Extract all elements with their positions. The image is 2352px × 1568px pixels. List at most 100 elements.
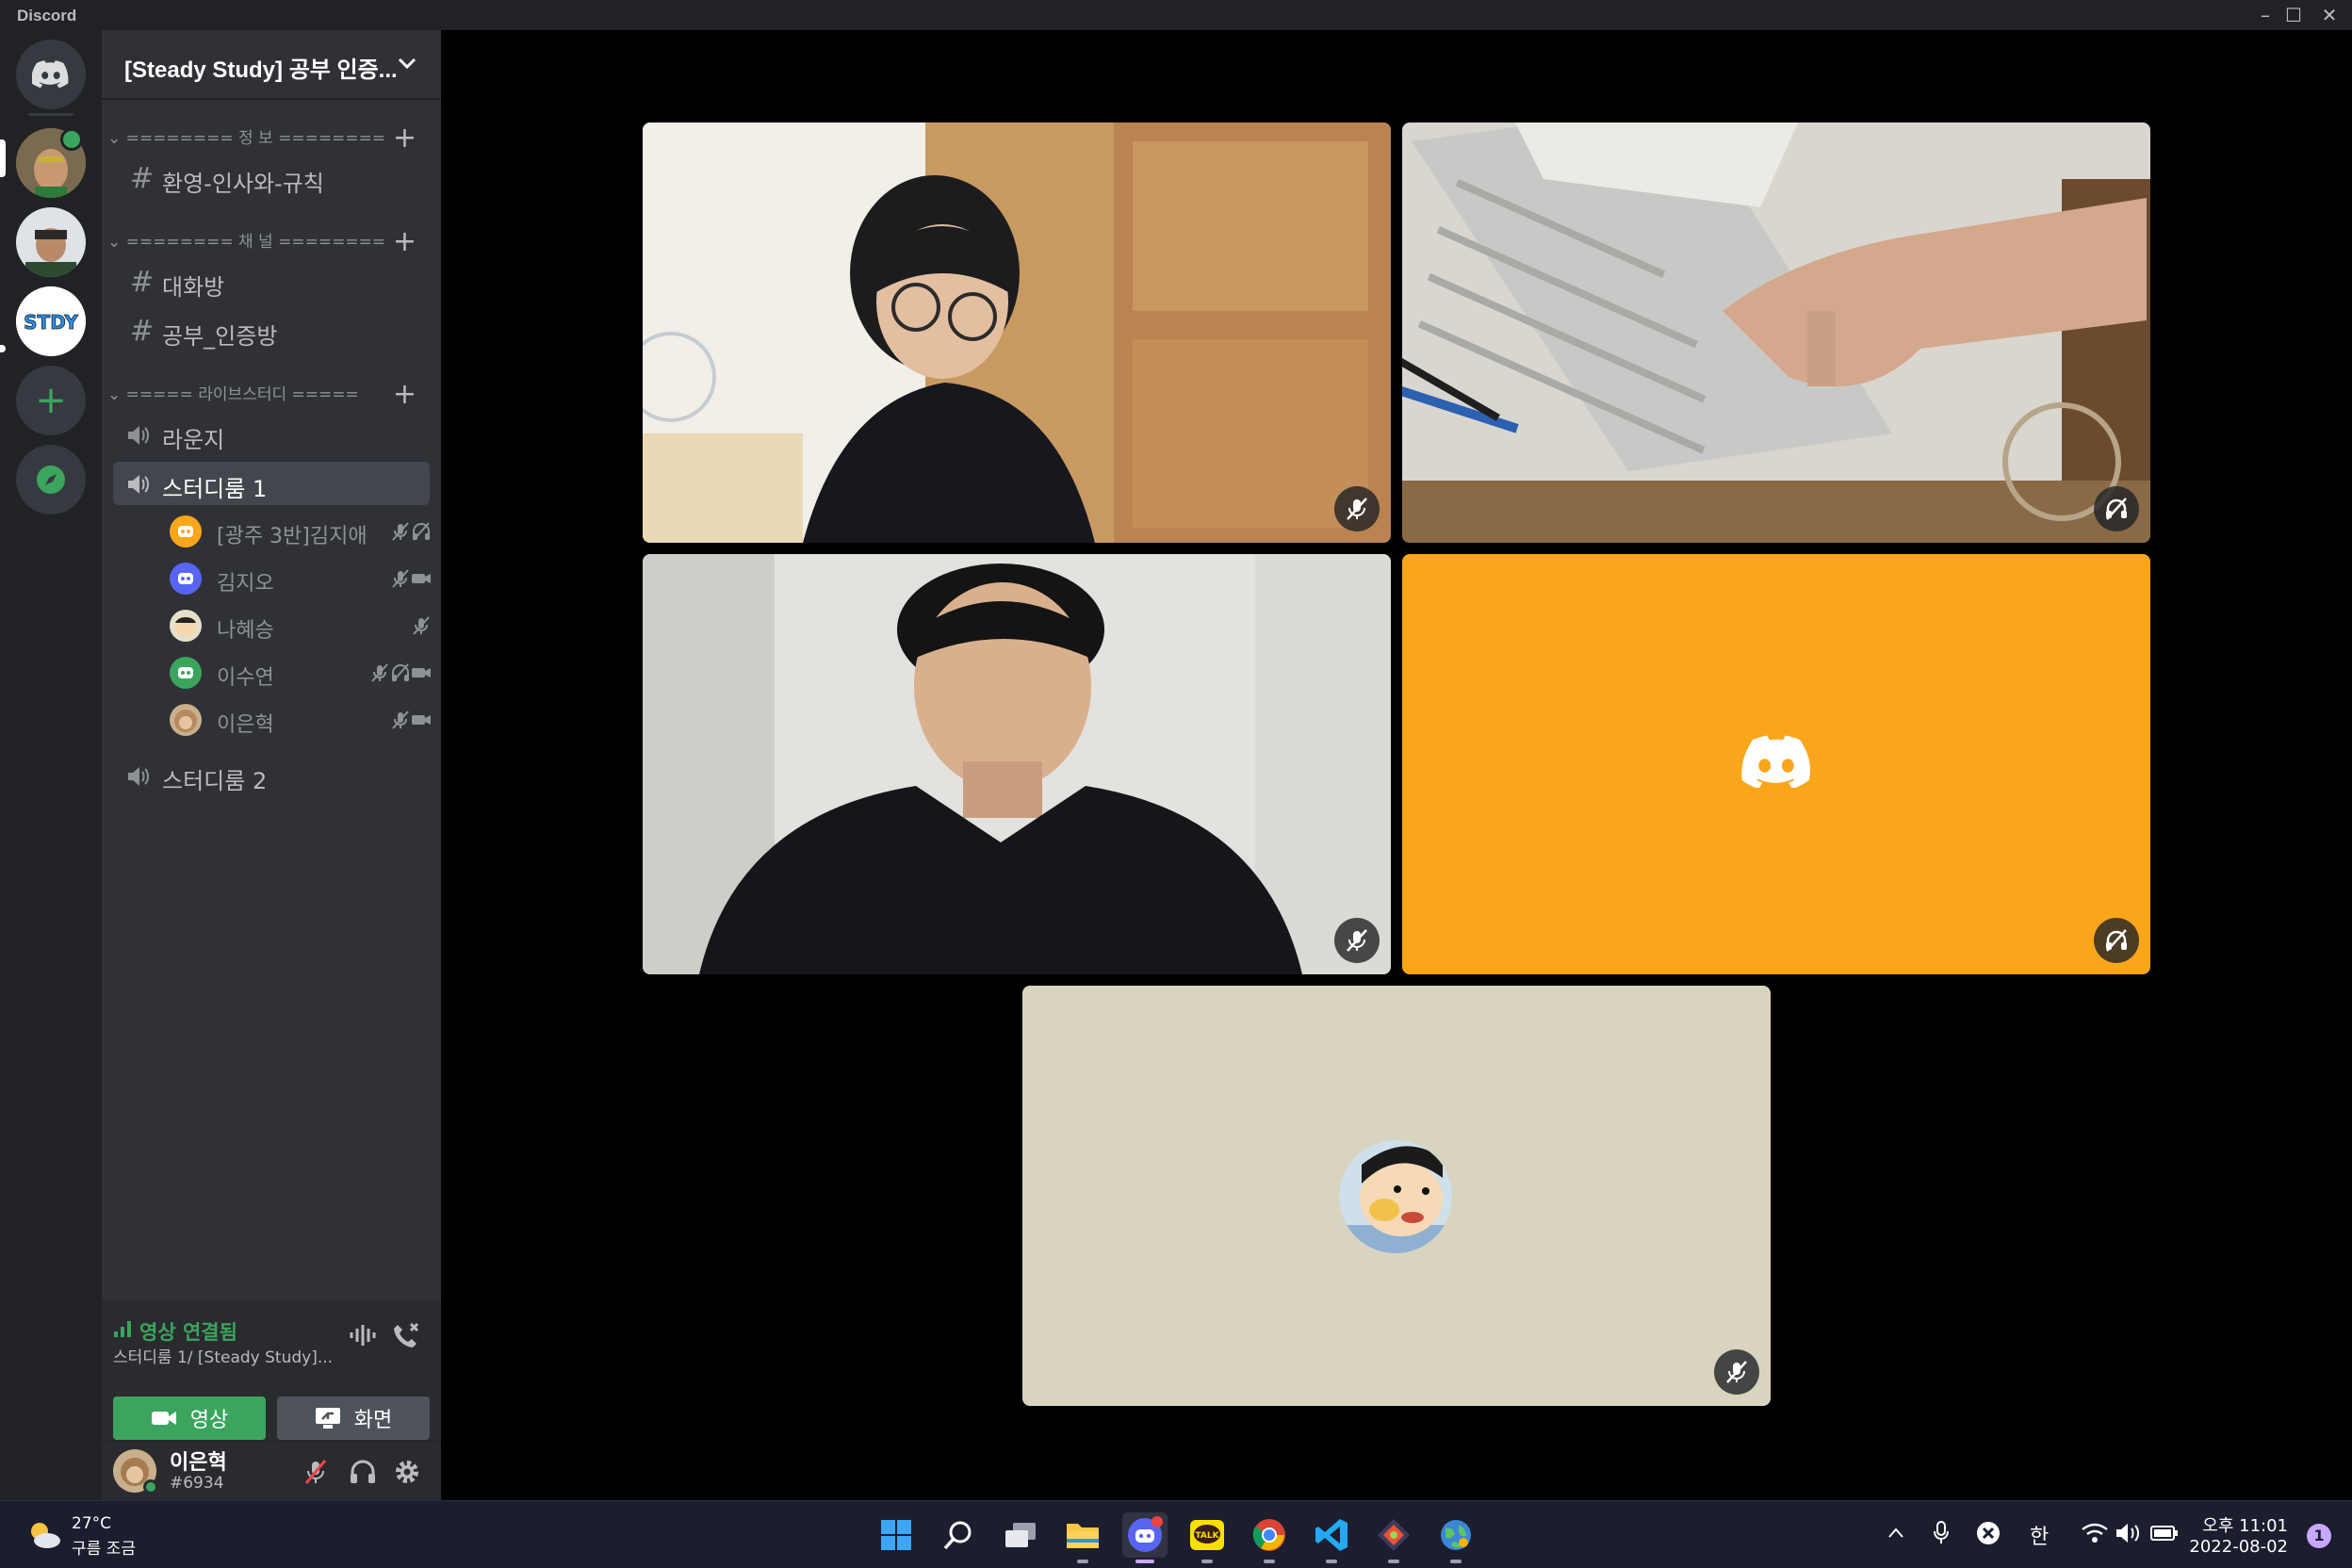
mic-muted-icon[interactable]: [303, 1459, 328, 1485]
voice-location[interactable]: 스터디룸 1/ [Steady Study]...: [113, 1344, 333, 1367]
screen-share-button[interactable]: 화면: [277, 1396, 430, 1440]
gear-icon[interactable]: [394, 1459, 420, 1485]
add-channel-button[interactable]: +: [393, 124, 416, 153]
speaker-icon: [128, 767, 149, 786]
volume-icon[interactable]: [2115, 1522, 2143, 1544]
video-tile-5-avatar[interactable]: [1022, 986, 1771, 1406]
discord-logo-icon: [1741, 735, 1811, 788]
mic-muted-icon: [1347, 498, 1367, 520]
server-rail: STDY +: [0, 30, 102, 1500]
wifi-icon[interactable]: [2081, 1522, 2109, 1544]
voice-user-3[interactable]: 나혜승: [160, 605, 433, 646]
task-view-button[interactable]: [998, 1512, 1043, 1558]
clock-date[interactable]: 2022-08-02: [2189, 1537, 2288, 1557]
video-tile-3[interactable]: [643, 554, 1391, 974]
mic-muted-badge: [1334, 486, 1380, 531]
microphone-icon[interactable]: [1932, 1520, 1951, 1546]
rail-separator: [28, 113, 74, 116]
avatar: [170, 563, 202, 595]
voice-user-5[interactable]: 이은혁: [160, 699, 433, 741]
weather-temperature[interactable]: 27°C: [72, 1514, 111, 1533]
video-button[interactable]: 영상: [113, 1396, 266, 1440]
voice-user-name: 이은혁: [217, 713, 274, 737]
video-tile-2[interactable]: [1402, 122, 2150, 543]
start-button[interactable]: [874, 1512, 919, 1558]
app-name: Discord: [17, 7, 77, 24]
disconnect-icon[interactable]: [392, 1321, 420, 1349]
chevron-up-icon[interactable]: [1886, 1524, 1905, 1543]
clock-time[interactable]: 오후 11:01: [2202, 1512, 2288, 1537]
server-icon-user-2[interactable]: [16, 207, 86, 277]
video-camera-icon: [151, 1412, 176, 1425]
channel-chat[interactable]: # 대화방: [113, 260, 430, 303]
voice-channel-studyroom-1[interactable]: 스터디룸 1: [113, 462, 430, 505]
voice-connected-panel: 영상 연결됨 스터디룸 1/ [Steady Study]... 영상 화면: [102, 1300, 441, 1442]
explore-servers-button[interactable]: [16, 445, 86, 514]
voice-user-1[interactable]: [광주 3반]김지애: [160, 511, 433, 552]
channel-sidebar: [Steady Study] 공부 인증... ⌄ ======== 정 보 =…: [102, 30, 441, 1500]
mic-muted-icon: [371, 663, 388, 682]
category-label: ======== 정 보 ========: [125, 129, 386, 148]
taskbar-globe-app[interactable]: [1433, 1512, 1478, 1563]
category-label: ===== 라이브스터디 =====: [125, 385, 359, 404]
video-camera-icon: [412, 574, 431, 583]
user-name[interactable]: 이은혁: [170, 1446, 227, 1476]
voice-status[interactable]: 영상 연결됨: [139, 1317, 237, 1346]
category-live-study[interactable]: ⌄ ===== 라이브스터디 =====: [107, 381, 359, 404]
notification-badge[interactable]: 1: [2307, 1524, 2331, 1548]
voice-channel-lounge[interactable]: 라운지: [113, 413, 430, 456]
running-indicator: [1264, 1560, 1275, 1563]
server-icon-steady-study[interactable]: STDY: [16, 286, 86, 356]
voice-user-4[interactable]: 이수연: [160, 652, 433, 694]
taskbar-kakaotalk[interactable]: TALK: [1184, 1512, 1230, 1563]
kakaotalk-icon: TALK: [1190, 1520, 1224, 1550]
vscode-icon: [1315, 1519, 1348, 1551]
weather-description[interactable]: 구름 조금: [72, 1535, 136, 1559]
voice-user-name: 이수연: [217, 666, 274, 690]
channel-name: 라운지: [162, 427, 225, 453]
avatar: [170, 657, 202, 689]
category-channels[interactable]: ⌄ ======== 채 널 ========: [107, 228, 385, 252]
user-tag[interactable]: #6934: [170, 1474, 224, 1493]
close-circle-icon[interactable]: [1975, 1520, 2001, 1546]
weather-partly-cloudy-icon[interactable]: [24, 1518, 62, 1550]
taskbar-file-explorer[interactable]: [1060, 1512, 1105, 1563]
taskbar-chrome[interactable]: [1247, 1512, 1292, 1563]
video-feed: [643, 122, 1391, 543]
channel-name: 환영-인사와-규칙: [162, 171, 324, 197]
channel-study-proof[interactable]: # 공부_인증방: [113, 309, 430, 352]
search-button[interactable]: [936, 1512, 981, 1558]
home-button[interactable]: [16, 40, 86, 109]
taskbar-git-kraken[interactable]: [1371, 1512, 1416, 1563]
voice-user-2[interactable]: 김지오: [160, 558, 433, 599]
video-tile-1[interactable]: [643, 122, 1391, 543]
channel-welcome-rules[interactable]: # 환영-인사와-규칙: [113, 156, 430, 200]
video-tile-4-avatar[interactable]: [1402, 554, 2150, 974]
video-camera-icon: [412, 668, 431, 678]
avatar: [170, 515, 202, 547]
noise-suppression-icon[interactable]: [349, 1323, 377, 1348]
windows-logo-icon: [881, 1520, 911, 1550]
ime-indicator[interactable]: 한: [2030, 1520, 2049, 1550]
taskbar-vscode[interactable]: [1309, 1512, 1354, 1563]
running-indicator: [1450, 1560, 1462, 1563]
battery-icon[interactable]: [2150, 1524, 2179, 1543]
taskbar-discord[interactable]: [1122, 1512, 1168, 1563]
headphones-icon[interactable]: [349, 1459, 377, 1485]
online-status-dot: [143, 1479, 158, 1494]
close-button[interactable]: ✕: [2311, 2, 2348, 28]
discord-logo-icon: [32, 60, 69, 89]
add-channel-button[interactable]: +: [393, 381, 416, 409]
channel-name: 대화방: [162, 274, 225, 301]
headset-deafened-icon: [2106, 498, 2127, 520]
git-client-icon: [1378, 1519, 1410, 1551]
hash-icon: #: [130, 162, 155, 195]
signal-strength-icon: [114, 1321, 131, 1337]
guild-header[interactable]: [Steady Study] 공부 인증...: [102, 30, 441, 100]
voice-channel-studyroom-2[interactable]: 스터디룸 2: [113, 754, 430, 797]
maximize-button[interactable]: ☐: [2275, 2, 2312, 28]
add-channel-button[interactable]: +: [393, 228, 416, 256]
folder-icon: [1067, 1524, 1099, 1548]
add-server-button[interactable]: +: [16, 366, 86, 435]
category-info[interactable]: ⌄ ======== 정 보 ========: [107, 124, 385, 148]
